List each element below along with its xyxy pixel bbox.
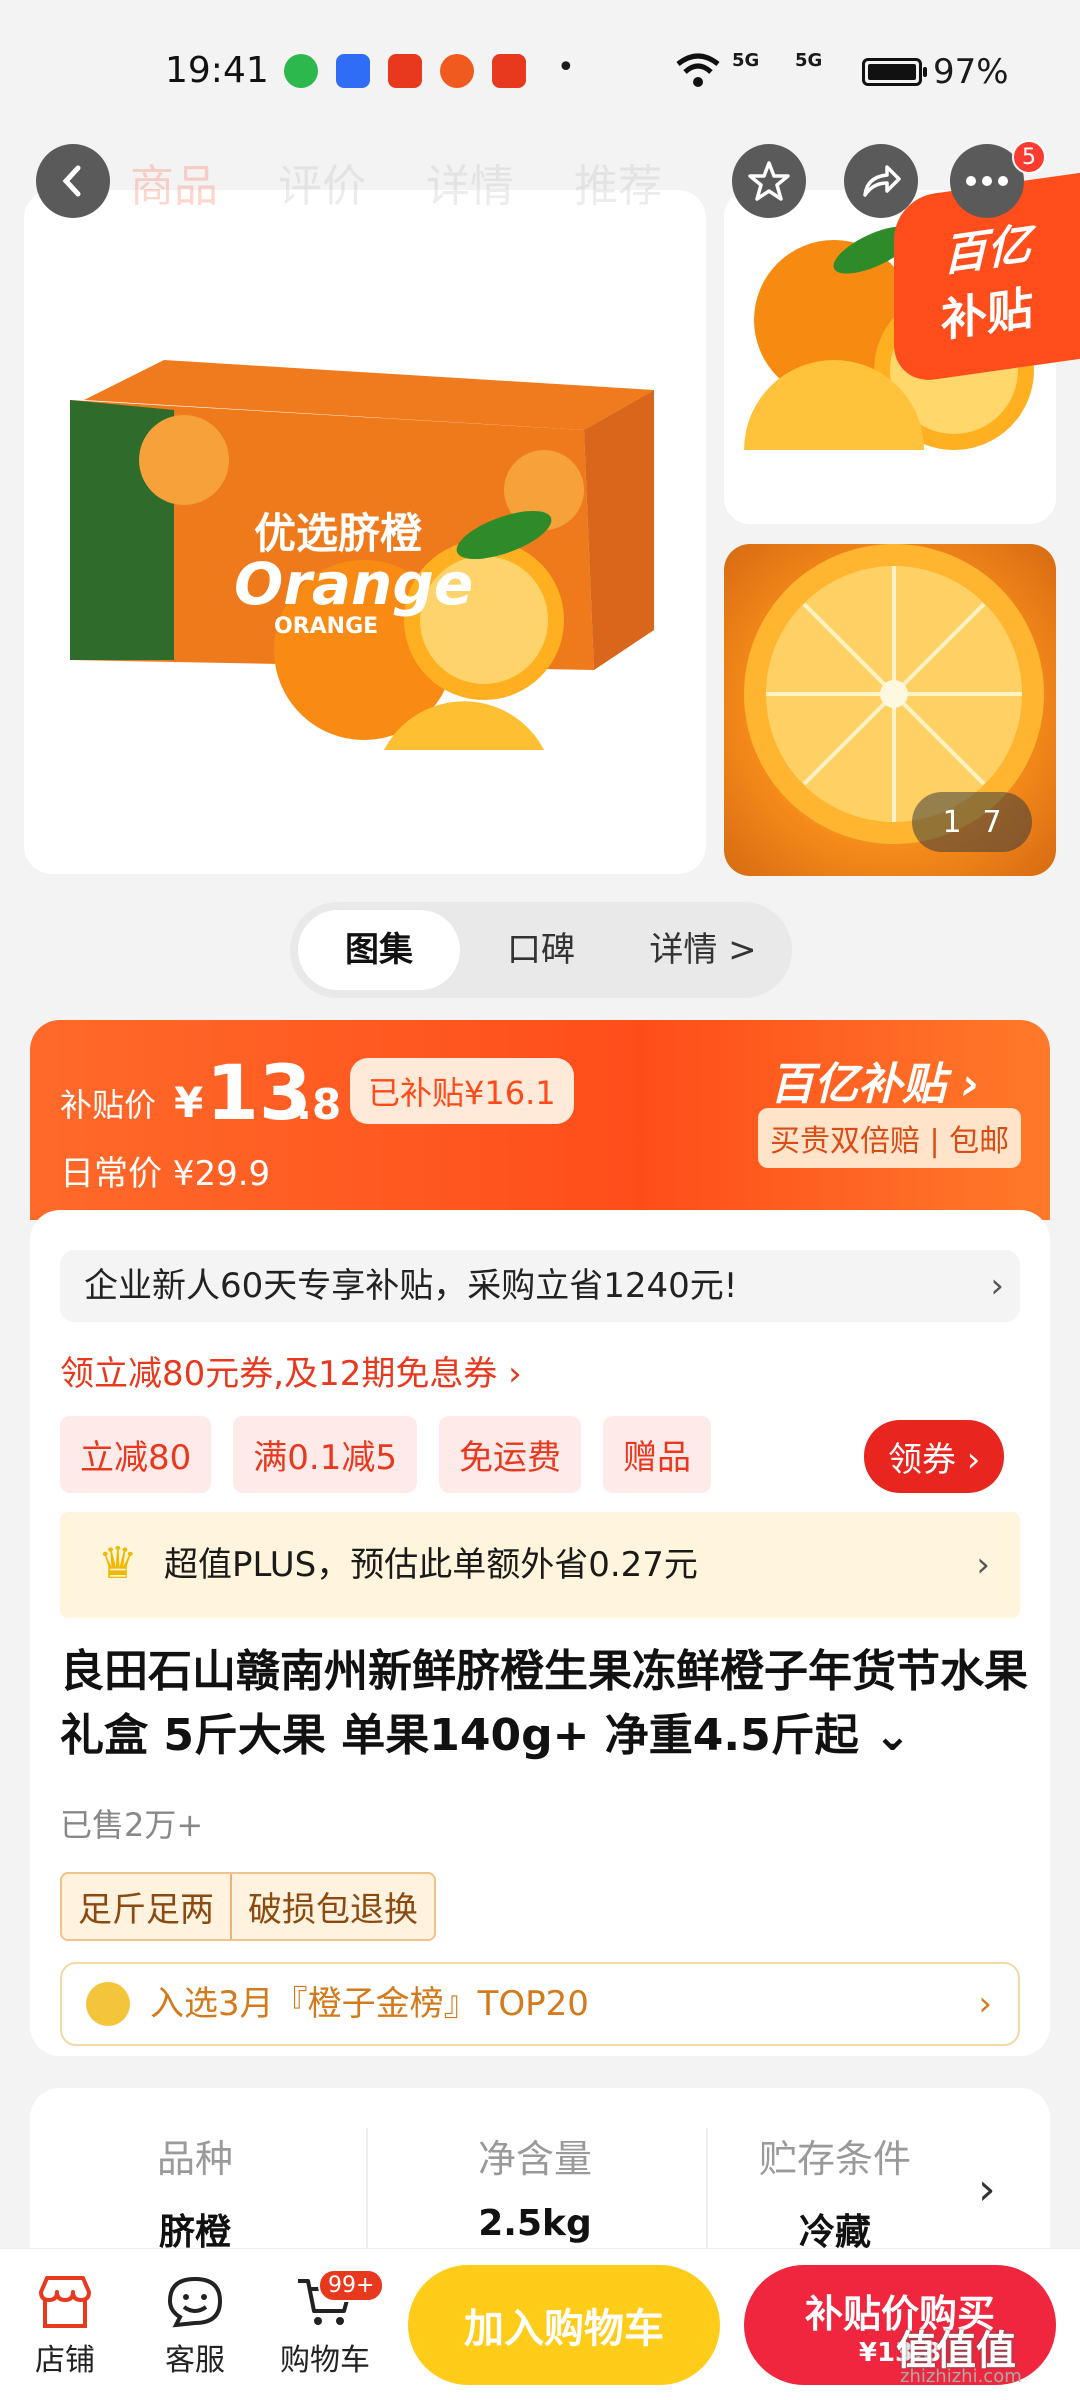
store-button[interactable]: 店铺: [10, 2269, 120, 2379]
product-main-image[interactable]: 优选脐橙 Orange ORANGE: [24, 190, 706, 874]
promo-chips: 立减80 满0.1减5 免运费 赠品: [60, 1416, 711, 1493]
counter-total: 7: [982, 804, 1002, 840]
customer-service-button[interactable]: 客服: [140, 2269, 250, 2379]
chevron-right-icon: ›: [978, 1984, 992, 2024]
plus-savings-text: 超值PLUS，预估此单额外省0.27元: [164, 1545, 698, 1585]
favorite-button[interactable]: [732, 144, 806, 218]
service-tag: 足斤足两: [78, 1890, 214, 1930]
get-coupon-button[interactable]: 领券 ›: [864, 1420, 1005, 1493]
spec-value: 2.5kg: [478, 2203, 592, 2244]
enterprise-promo-text: 企业新人60天专享补贴，采购立省1240元!: [84, 1266, 738, 1306]
service-tags[interactable]: 足斤足两 破损包退换: [60, 1872, 436, 1941]
service-tag: 破损包退换: [230, 1874, 434, 1939]
ranking-text: 入选3月『橙子金榜』TOP20: [150, 1984, 589, 2024]
battery-icon: [862, 58, 927, 86]
app-notification-icon: [492, 54, 526, 88]
tab-product[interactable]: 商品: [130, 150, 218, 214]
store-label: 店铺: [35, 2343, 95, 2378]
top-nav-tabs: 商品 评价 详情 推荐: [130, 150, 662, 214]
image-counter: 1 7: [912, 792, 1032, 852]
subsidy-guarantee-badge: 买贵双倍赔 | 包邮: [758, 1108, 1022, 1168]
segment-reputation[interactable]: 口碑: [460, 910, 622, 990]
chevron-right-icon: ›: [990, 1266, 1004, 1306]
battery-percent: 97%: [933, 52, 1009, 92]
product-title[interactable]: 良田石山赣南州新鲜脐橙生果冻鲜橙子年货节水果礼盒 5斤大果 单果140g+ 净重…: [60, 1640, 1030, 1768]
status-time: 19:41: [165, 50, 269, 91]
spec-divider: [366, 2128, 368, 2268]
signal-icon: 5G: [732, 50, 760, 71]
spec-item: 品种 脐橙: [30, 2128, 360, 2255]
store-icon: [39, 2276, 91, 2328]
enterprise-promo-bar[interactable]: 企业新人60天专享补贴，采购立省1240元! ›: [60, 1250, 1020, 1322]
app-notification-icon: [284, 54, 318, 88]
spec-key: 品种: [156, 2137, 233, 2181]
cart-count-badge: 99+: [318, 2269, 385, 2302]
more-dots-icon: [966, 176, 1008, 186]
more-badge: 5: [1012, 140, 1046, 174]
back-button[interactable]: [36, 144, 110, 218]
price-label: 补贴价: [60, 1086, 157, 1124]
spec-key: 净含量: [477, 2137, 592, 2181]
subsidy-tag-line2: 补贴: [941, 280, 1033, 348]
promo-chip[interactable]: 免运费: [438, 1416, 581, 1493]
price-banner: 补贴价 ¥ 13 .8 已补贴¥16.1 日常价 ¥29.9 百亿补贴 › 买贵…: [30, 1020, 1050, 1220]
chat-face-icon: [167, 2276, 223, 2328]
tab-details[interactable]: 详情: [426, 150, 514, 214]
sold-count: 已售2万+: [60, 1806, 204, 1844]
ranking-banner[interactable]: 入选3月『橙子金榜』TOP20 ›: [60, 1962, 1020, 2046]
promo-chip[interactable]: 满0.1减5: [233, 1416, 417, 1493]
app-notification-icon: [440, 54, 474, 88]
crown-icon: ♛: [98, 1538, 138, 1589]
chevron-right-icon[interactable]: ›: [978, 2164, 996, 2215]
spec-divider: [706, 2128, 708, 2268]
coupon-link[interactable]: 领立减80元券,及12期免息券 ›: [60, 1346, 522, 1395]
cart-label: 购物车: [280, 2343, 370, 2378]
price-yen: ¥: [174, 1078, 204, 1127]
tab-recommend[interactable]: 推荐: [574, 150, 662, 214]
plus-savings-bar[interactable]: ♛ 超值PLUS，预估此单额外省0.27元 ›: [60, 1512, 1020, 1618]
subsidized-amount-badge: 已补贴¥16.1: [350, 1058, 574, 1124]
medal-icon: [86, 1982, 130, 2026]
promo-chip[interactable]: 立减80: [60, 1416, 212, 1493]
tab-reviews[interactable]: 评价: [278, 150, 366, 214]
chevron-right-icon: ›: [976, 1545, 990, 1585]
counter-current: 1: [942, 804, 962, 840]
box-subtitle: Orange: [234, 550, 474, 618]
media-segmented-control: 图集 口碑 详情 >: [290, 902, 792, 998]
watermark-url: zhizhizhi.com: [900, 2366, 1022, 2387]
app-notification-icon: [388, 54, 422, 88]
more-notifications-dot: •: [557, 50, 575, 85]
spec-item: 贮存条件 冷藏: [710, 2128, 960, 2255]
status-bar: 19:41 • 5G 5G 97%: [0, 0, 1080, 140]
star-icon: [748, 161, 790, 201]
segment-gallery[interactable]: 图集: [298, 910, 460, 990]
share-button[interactable]: [844, 144, 918, 218]
promo-chip[interactable]: 赠品: [602, 1416, 711, 1493]
service-label: 客服: [165, 2343, 225, 2378]
segment-details[interactable]: 详情 >: [622, 910, 784, 990]
price-decimal: .8: [296, 1080, 342, 1129]
regular-price: 日常价 ¥29.9: [60, 1154, 271, 1194]
spec-item: 净含量 2.5kg: [370, 2128, 700, 2244]
wifi-icon: [676, 53, 720, 87]
add-to-cart-button[interactable]: 加入购物车: [408, 2265, 720, 2385]
back-arrow-icon: [62, 165, 81, 197]
share-icon: [863, 165, 901, 197]
box-label: ORANGE: [274, 614, 379, 639]
product-info-card: 企业新人60天专享补贴，采购立省1240元! › 领立减80元券,及12期免息券…: [30, 1210, 1050, 2056]
spec-key: 贮存条件: [758, 2137, 911, 2181]
signal-icon: 5G: [795, 50, 823, 71]
app-notification-icon: [336, 54, 370, 88]
billion-subsidy-logo[interactable]: 百亿补贴 ›: [770, 1048, 979, 1112]
